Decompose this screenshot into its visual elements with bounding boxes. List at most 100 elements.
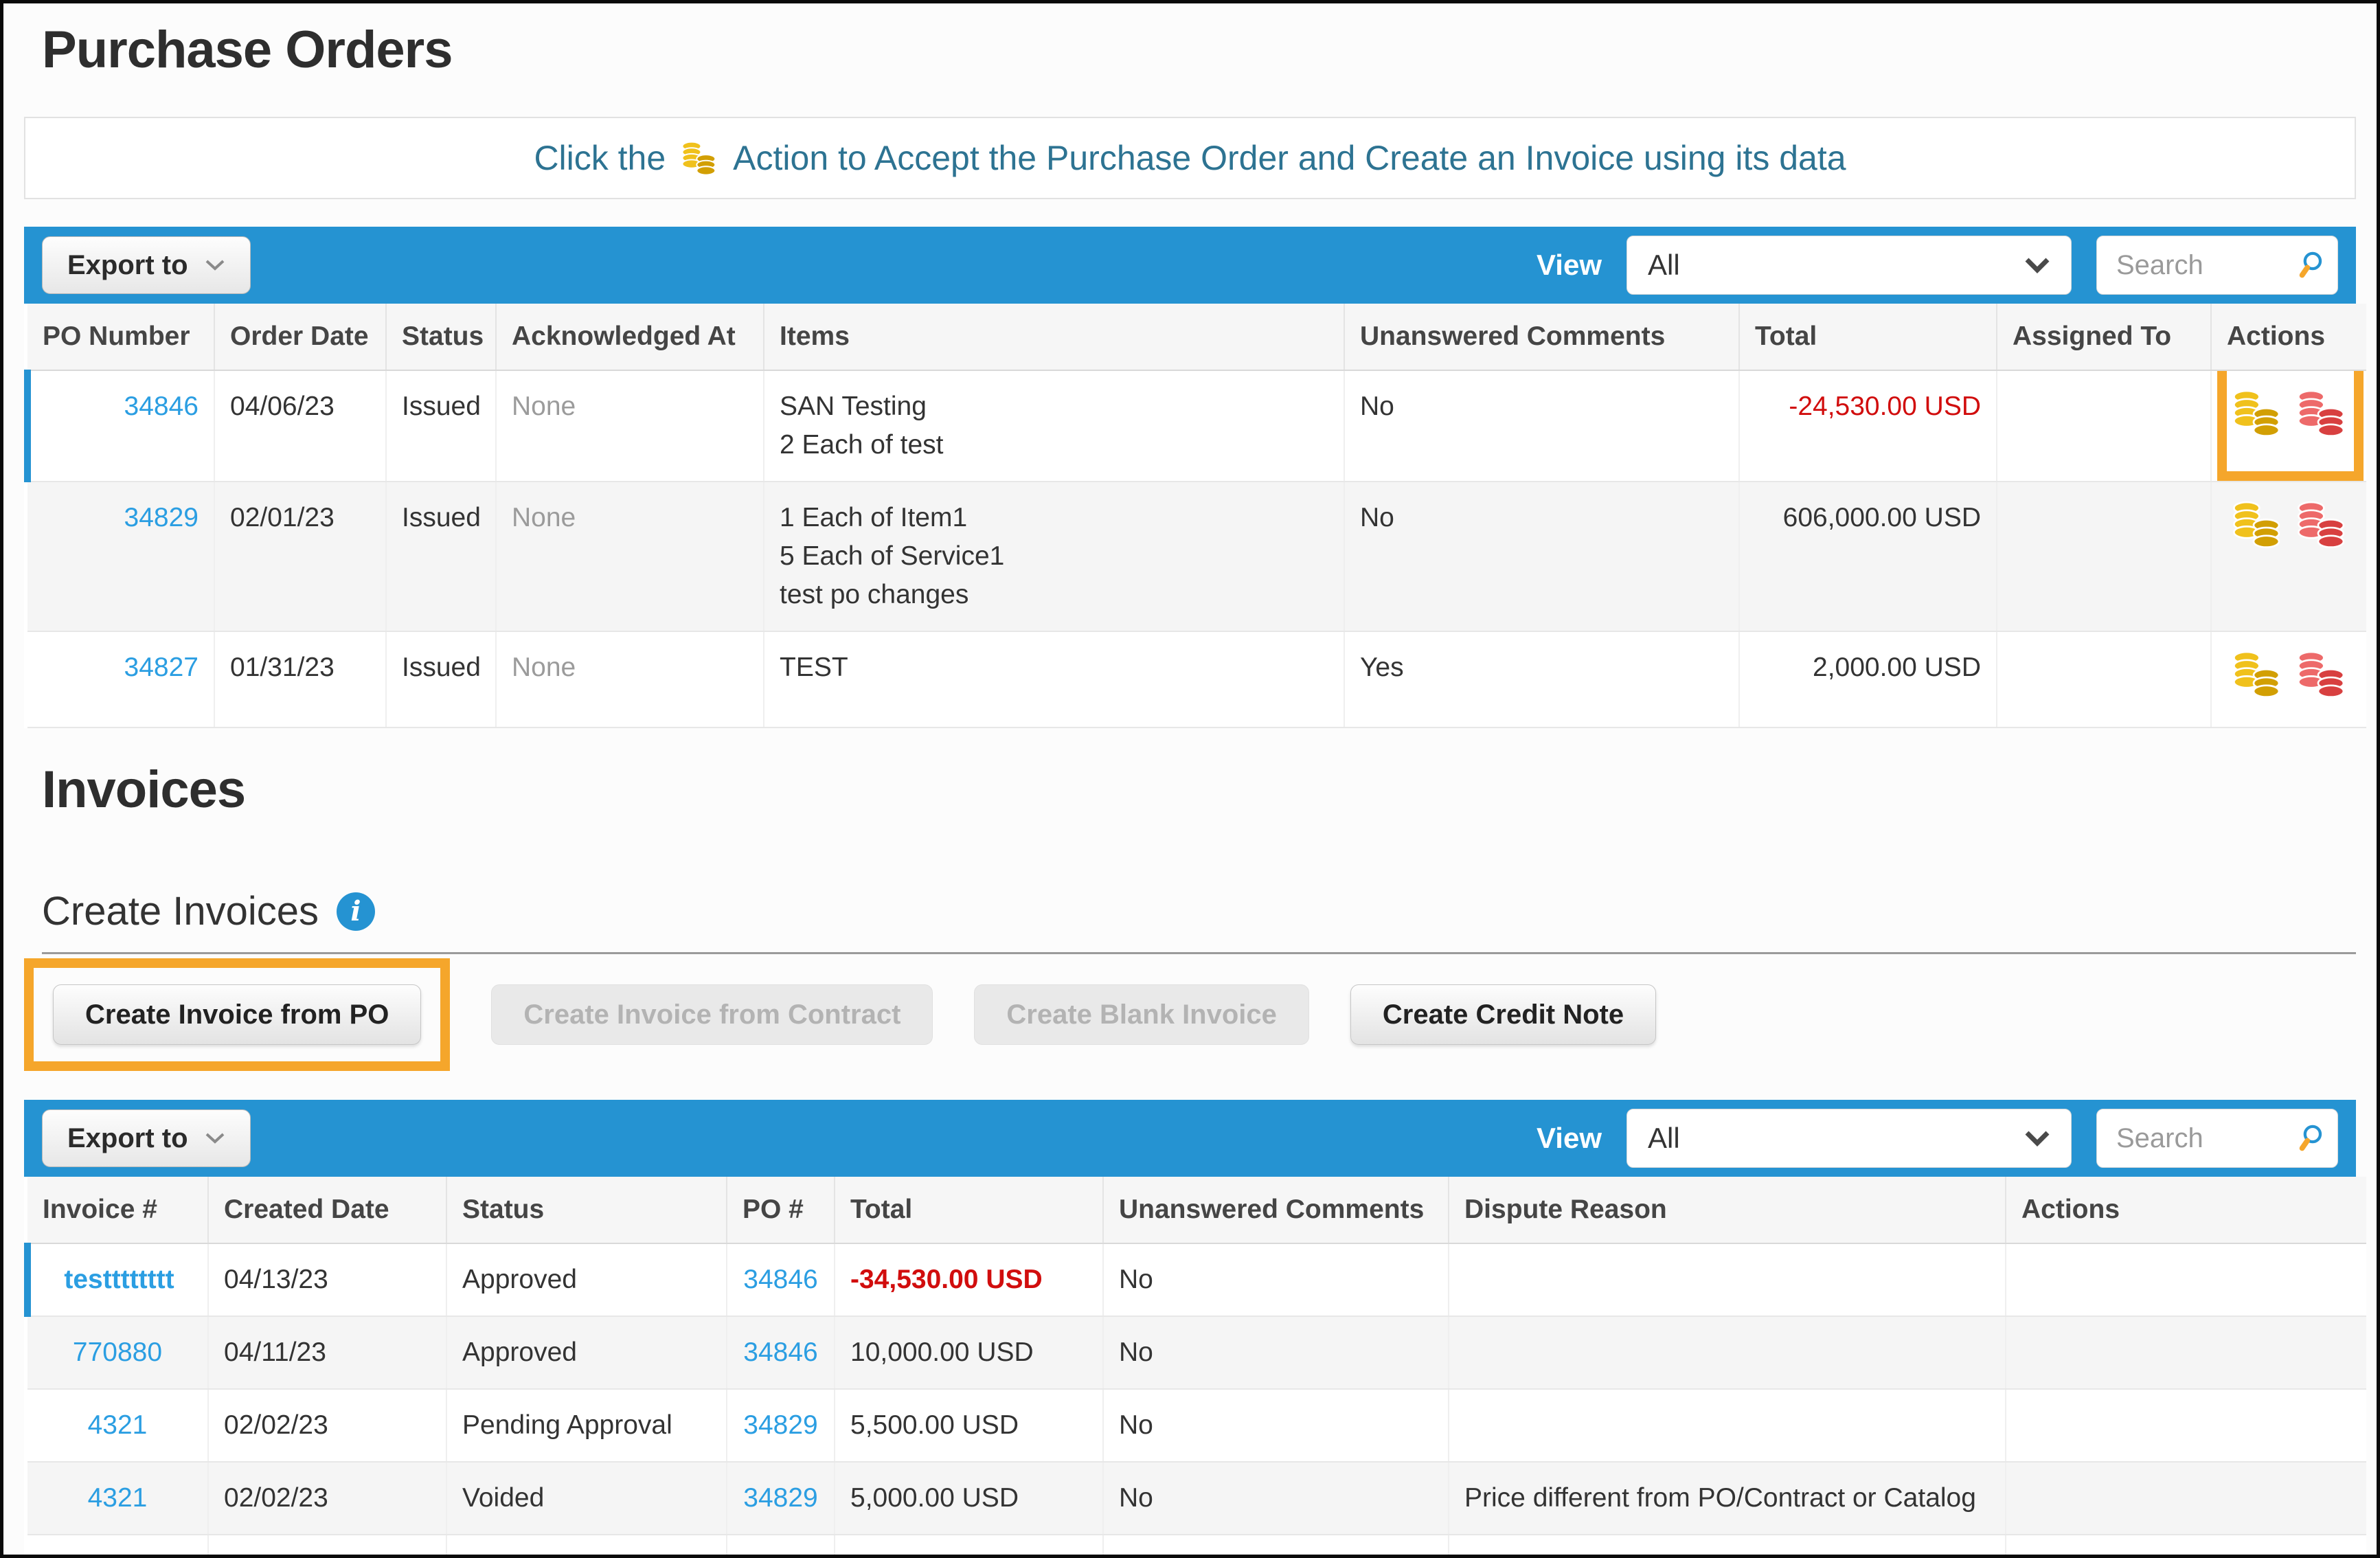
col-status: Status — [386, 304, 496, 370]
total-cell: -24,530.00 USD — [1739, 370, 1997, 482]
create-invoices-label: Create Invoices — [42, 888, 319, 934]
po-number-link[interactable]: 34846 — [743, 1265, 817, 1294]
create-blank-invoice-button: Create Blank Invoice — [974, 984, 1309, 1045]
total-cell: 606,000.00 USD — [1739, 482, 1997, 631]
po-number-link[interactable]: 34829 — [743, 1410, 817, 1440]
unanswered-comments-cell: No — [1103, 1316, 1449, 1389]
reject-po-coins-icon[interactable] — [2294, 387, 2349, 438]
invoice-number-link[interactable]: testttttttt — [64, 1265, 174, 1294]
invoice-number-link[interactable]: 4321 — [88, 1483, 148, 1513]
item-line: 2 Each of test — [780, 426, 1328, 464]
unanswered-comments-cell: Yes — [1344, 631, 1739, 727]
order-date-cell: 04/06/23 — [214, 370, 386, 482]
invoice-search — [2096, 1109, 2338, 1168]
po-toolbar-right: View All — [1537, 236, 2338, 295]
invoices-title: Invoices — [42, 760, 2377, 820]
invoice-view-select[interactable]: All — [1627, 1109, 2072, 1168]
po-row: 34827 01/31/23 Issued None TEST Yes 2,00… — [27, 631, 2366, 727]
col-dispute-reason: Dispute Reason — [1449, 1177, 2006, 1243]
unanswered-comments-cell: Yes — [1103, 1535, 1449, 1558]
total-cell: -34,530.00 USD — [835, 1243, 1103, 1316]
po-section: Export to View All — [24, 227, 2356, 728]
unanswered-comments-cell: No — [1344, 370, 1739, 482]
po-search-input[interactable] — [2115, 249, 2296, 282]
purchase-orders-title: Purchase Orders — [42, 20, 2377, 80]
invoice-row: 4321 02/02/23 Pending Approval 34829 5,5… — [27, 1389, 2366, 1462]
create-invoice-from-po-button[interactable]: Create Invoice from PO — [53, 984, 421, 1045]
acknowledged-cell: None — [496, 370, 764, 482]
invoice-export-button[interactable]: Export to — [42, 1109, 251, 1167]
search-icon[interactable] — [2296, 247, 2326, 283]
unanswered-comments-cell: No — [1103, 1243, 1449, 1316]
accept-po-coins-icon[interactable] — [2230, 648, 2285, 699]
po-view-label: View — [1537, 249, 1602, 282]
dispute-reason-cell — [1449, 1243, 2006, 1316]
order-date-cell: 01/31/23 — [214, 631, 386, 727]
col-po-number: PO Number — [27, 304, 214, 370]
po-number-link[interactable]: 34829 — [743, 1483, 817, 1513]
reject-po-coins-icon[interactable] — [2294, 648, 2349, 699]
item-line: 5 Each of Service1 — [780, 537, 1328, 576]
create-invoice-highlight: Create Invoice from PO — [24, 958, 450, 1071]
created-date-cell: 02/02/23 — [208, 1389, 446, 1462]
created-date-cell: 04/11/23 — [208, 1316, 446, 1389]
invoices-section: Export to View All — [24, 1100, 2356, 1558]
accept-po-coins-icon[interactable] — [2230, 499, 2285, 550]
col-items: Items — [764, 304, 1344, 370]
col-acknowledged-at: Acknowledged At — [496, 304, 764, 370]
item-line: TEST — [780, 648, 1328, 687]
status-cell: Issued — [386, 482, 496, 631]
po-toolbar: Export to View All — [24, 227, 2356, 304]
invoice-number-link[interactable]: 4321 — [88, 1410, 148, 1440]
banner-text-before: Click the — [534, 138, 666, 178]
total-cell: 2,000.00 USD — [1739, 631, 1997, 727]
create-credit-note-button[interactable]: Create Credit Note — [1350, 984, 1656, 1045]
po-view-select[interactable]: All — [1627, 236, 2072, 295]
resolve-dispute-icon[interactable] — [2164, 1552, 2209, 1558]
po-search — [2096, 236, 2338, 295]
po-header-row: PO Number Order Date Status Acknowledged… — [27, 304, 2366, 370]
created-date-cell: 04/13/23 — [208, 1243, 446, 1316]
total-cell: 5,050.00 USD — [835, 1535, 1103, 1558]
status-cell: Issued — [386, 631, 496, 727]
col-created-date: Created Date — [208, 1177, 446, 1243]
dispute-reason-cell: Attachment missing or in incorrect forma… — [1449, 1535, 2006, 1558]
divider — [42, 952, 2356, 954]
gold-coins-icon — [679, 139, 719, 177]
po-number-link[interactable]: 34829 — [124, 503, 199, 532]
reject-po-coins-icon[interactable] — [2294, 499, 2349, 550]
col-total: Total — [835, 1177, 1103, 1243]
col-unanswered-comments: Unanswered Comments — [1103, 1177, 1449, 1243]
col-order-date: Order Date — [214, 304, 386, 370]
chevron-down-icon — [2024, 257, 2050, 273]
unanswered-comments-cell: No — [1344, 482, 1739, 631]
invoice-number-link[interactable]: 770880 — [73, 1337, 162, 1367]
invoice-buttons-row: Create Invoice from PO Create Invoice fr… — [24, 958, 2356, 1071]
status-cell: Disputed — [446, 1535, 727, 1558]
po-number-link[interactable]: 34846 — [124, 392, 199, 421]
status-cell: Approved — [446, 1316, 727, 1389]
assigned-to-cell — [1997, 482, 2211, 631]
invoice-row: 4321 02/02/23 Voided 34829 5,000.00 USD … — [27, 1462, 2366, 1535]
search-icon[interactable] — [2296, 1120, 2326, 1156]
unanswered-comments-cell: No — [1103, 1389, 1449, 1462]
accept-po-coins-icon[interactable] — [2230, 387, 2285, 438]
po-view-value: All — [1648, 249, 1680, 282]
chevron-down-icon — [205, 1131, 225, 1145]
po-export-button[interactable]: Export to — [42, 236, 251, 294]
chevron-down-icon — [205, 258, 225, 272]
actions-cell — [2211, 631, 2366, 727]
item-line: SAN Testing — [780, 387, 1328, 426]
invoice-row: 770880 04/11/23 Approved 34846 10,000.00… — [27, 1316, 2366, 1389]
total-cell: 10,000.00 USD — [835, 1316, 1103, 1389]
total-cell: 5,000.00 USD — [835, 1462, 1103, 1535]
po-number-link[interactable]: 34827 — [124, 653, 199, 682]
col-unanswered-comments: Unanswered Comments — [1344, 304, 1739, 370]
po-number-link[interactable]: 34846 — [743, 1337, 817, 1367]
actions-cell — [2006, 1389, 2366, 1462]
items-cell: SAN Testing 2 Each of test — [764, 370, 1344, 482]
info-icon[interactable]: i — [337, 892, 375, 931]
acknowledged-cell: None — [496, 482, 764, 631]
invoice-search-input[interactable] — [2115, 1122, 2296, 1155]
dispute-reason-cell: Price different from PO/Contract or Cata… — [1449, 1462, 2006, 1535]
